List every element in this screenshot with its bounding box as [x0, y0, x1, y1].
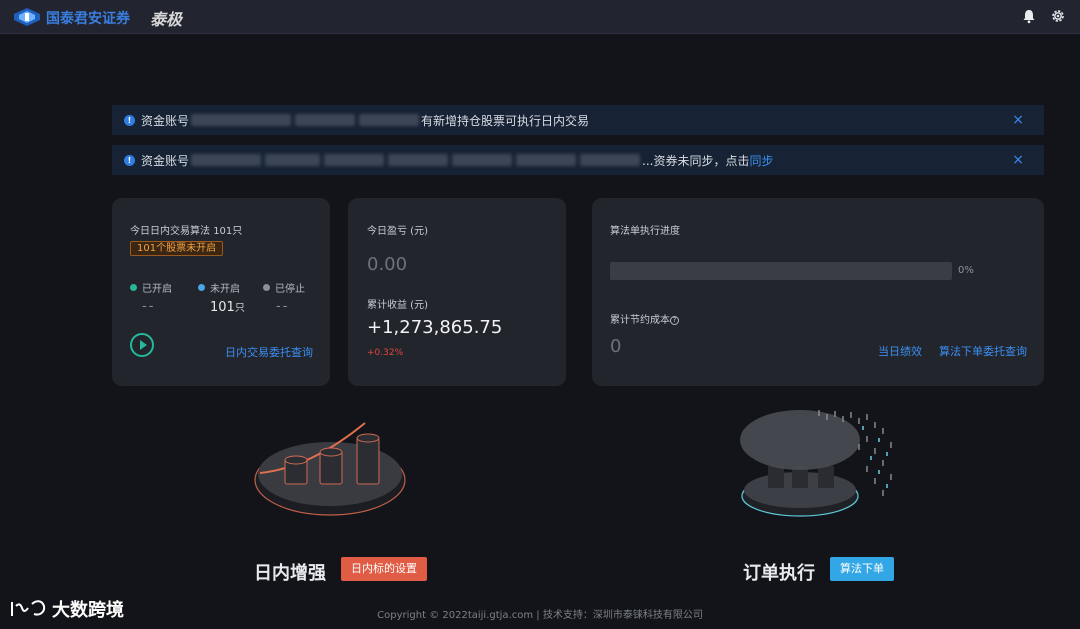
- footer-copyright: Copyright © 2022taiji.gtja.com | 技术支持：深圳…: [377, 610, 703, 621]
- brand-logo-icon: [14, 8, 40, 26]
- algo-order-button[interactable]: 算法下单: [830, 557, 894, 581]
- product-name: 泰极: [150, 10, 183, 29]
- gray-dot-icon: [263, 284, 270, 291]
- redacted-account: [580, 154, 641, 166]
- stopped-value: --: [276, 299, 290, 314]
- watermark: 大数跨境: [10, 596, 124, 622]
- intraday-count: 101只: [213, 226, 243, 237]
- green-dot-icon: [130, 284, 137, 291]
- notice-prefix: 资金账号: [141, 153, 190, 168]
- redacted-account: [191, 114, 292, 126]
- cum-return-label: 累计收益 (元): [367, 300, 428, 311]
- gear-icon[interactable]: [1050, 8, 1066, 24]
- pnl-card: 今日盈亏 (元) 0.00 累计收益 (元) +1,273,865.75 +0.…: [348, 198, 566, 386]
- redacted-account: [295, 114, 356, 126]
- algo-progress-card: 算法单执行进度 0% 累计节约成本? 0 当日绩效 算法下单委托查询: [592, 198, 1044, 386]
- redacted-account: [191, 154, 262, 166]
- close-icon[interactable]: ×: [1012, 152, 1024, 168]
- intraday-title: 今日日内交易算法 101只: [130, 226, 243, 237]
- cost-saving-value: 0: [610, 336, 622, 357]
- close-icon[interactable]: ×: [1012, 112, 1024, 128]
- redacted-account: [359, 114, 420, 126]
- order-execution-title: 订单执行: [743, 563, 815, 584]
- redacted-account: [324, 154, 385, 166]
- intraday-illustration: [254, 422, 406, 516]
- algo-progress-bar: [610, 262, 952, 280]
- notice-new-holdings: ! 资金账号 有新增持仓股票可执行日内交易 ×: [112, 105, 1044, 135]
- cum-return-value: +1,273,865.75: [367, 317, 503, 338]
- play-icon[interactable]: [130, 333, 154, 357]
- cost-saving-label: 累计节约成本?: [610, 311, 679, 326]
- notice-message: 有新增持仓股票可执行日内交易: [421, 113, 590, 128]
- top-bar: 国泰君安证券 泰极: [0, 0, 1080, 34]
- intraday-algo-card: 今日日内交易算法 101只 101个股票未开启 已开启 未开启 已停止 -- 1…: [112, 198, 330, 386]
- today-pnl-label: 今日盈亏 (元): [367, 226, 428, 237]
- brand-name: 国泰君安证券: [46, 11, 130, 27]
- intraday-target-settings-button[interactable]: 日内标的设置: [341, 557, 427, 581]
- question-icon[interactable]: ?: [670, 316, 679, 325]
- redacted-account: [516, 154, 577, 166]
- enabled-value: --: [142, 299, 156, 314]
- intraday-order-query-link[interactable]: 日内交易委托查询: [225, 344, 313, 360]
- watermark-text: 大数跨境: [52, 600, 124, 621]
- intraday-enhance-title: 日内增强: [254, 563, 326, 584]
- redacted-account: [265, 154, 321, 166]
- blue-dot-icon: [198, 284, 205, 291]
- redacted-account: [452, 154, 513, 166]
- status-enabled: 已开启: [130, 280, 172, 295]
- algo-order-query-link[interactable]: 算法下单委托查询: [939, 343, 1027, 359]
- watermark-logo-icon: [11, 600, 46, 616]
- not-enabled-value: 101只: [210, 300, 245, 315]
- today-pnl-value: 0.00: [367, 254, 408, 275]
- status-not-enabled: 未开启: [198, 280, 240, 295]
- cum-return-pct: +0.32%: [367, 348, 404, 358]
- notice-prefix: 资金账号: [141, 113, 190, 128]
- order-execution-illustration: [740, 410, 892, 517]
- info-icon: !: [124, 114, 135, 126]
- info-icon: !: [124, 154, 135, 166]
- bell-icon[interactable]: [1021, 8, 1037, 24]
- status-stopped: 已停止: [263, 280, 305, 295]
- redacted-account: [388, 154, 449, 166]
- daily-performance-link[interactable]: 当日绩效: [878, 343, 922, 359]
- algo-progress-text: 0%: [958, 265, 974, 276]
- sync-link[interactable]: 同步: [749, 152, 773, 169]
- notice-sync: ! 资金账号 ...资券未同步，点击 同步 ×: [112, 145, 1044, 175]
- not-enabled-badge: 101个股票未开启: [130, 241, 224, 256]
- algo-progress-label: 算法单执行进度: [610, 226, 680, 237]
- notice-message: ...资券未同步，点击: [642, 153, 750, 168]
